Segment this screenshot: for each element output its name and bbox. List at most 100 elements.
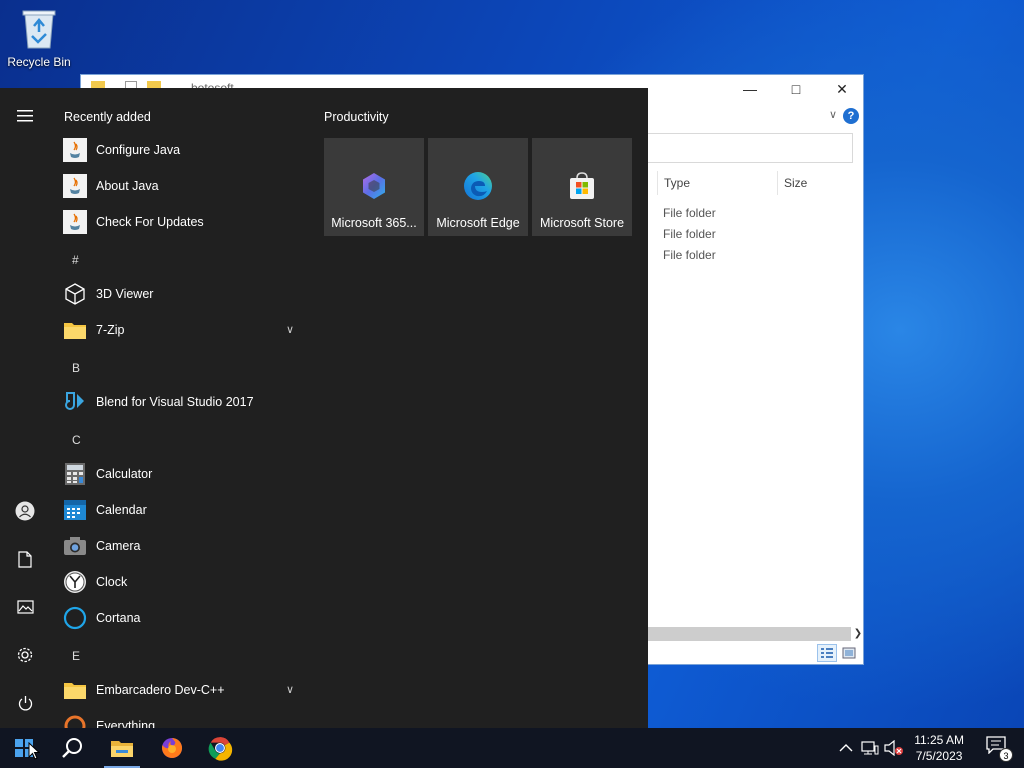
- ribbon-expand-chevron-icon[interactable]: ∨: [829, 108, 837, 121]
- pictures-icon: [16, 600, 34, 614]
- user-account-button[interactable]: [8, 494, 42, 528]
- app-item-7zip[interactable]: 7-Zip ∨: [62, 314, 306, 346]
- app-item-clock[interactable]: Clock: [62, 566, 306, 598]
- calculator-icon: [62, 461, 88, 487]
- scroll-right-arrow-icon[interactable]: ❯: [851, 627, 865, 641]
- camera-icon: [62, 533, 88, 559]
- app-name: Embarcadero Dev-C++: [96, 683, 225, 697]
- taskbar-firefox[interactable]: [148, 728, 196, 768]
- details-view-button[interactable]: [817, 644, 837, 662]
- app-item-check-for-updates[interactable]: Check For Updates: [62, 206, 306, 238]
- group-letter-b[interactable]: B: [72, 361, 80, 375]
- network-icon[interactable]: [860, 738, 880, 758]
- tile-microsoft-store[interactable]: Microsoft Store: [532, 138, 632, 236]
- horizontal-scrollbar-thumb[interactable]: [647, 627, 851, 641]
- app-item-embarcadero-devcpp[interactable]: Embarcadero Dev-C++ ∨: [62, 674, 306, 706]
- recycle-bin-desktop-icon[interactable]: Recycle Bin: [4, 6, 74, 69]
- everything-icon: [62, 713, 88, 728]
- app-item-blend[interactable]: Blend for Visual Studio 2017: [62, 386, 306, 418]
- chrome-icon: [208, 737, 233, 761]
- app-item-cortana[interactable]: Cortana: [62, 602, 306, 634]
- folder-icon: [62, 677, 88, 703]
- clock-icon: [62, 569, 88, 595]
- app-name: About Java: [96, 179, 159, 193]
- app-item-camera[interactable]: Camera: [62, 530, 306, 562]
- tile-microsoft-365[interactable]: Microsoft 365...: [324, 138, 424, 236]
- chevron-down-icon[interactable]: ∨: [286, 683, 294, 696]
- search-icon: [62, 738, 82, 758]
- recycle-bin-icon: [22, 10, 56, 49]
- notification-count-badge: 3: [999, 748, 1013, 762]
- power-button[interactable]: [8, 686, 42, 720]
- column-header-size[interactable]: Size: [777, 171, 857, 195]
- app-item-calendar[interactable]: Calendar: [62, 494, 306, 526]
- file-row-type[interactable]: File folder: [663, 227, 716, 241]
- store-icon: [570, 172, 594, 199]
- large-icons-view-icon: [842, 647, 856, 659]
- gear-icon: [17, 647, 33, 663]
- search-button[interactable]: [48, 728, 96, 768]
- tile-microsoft-edge[interactable]: Microsoft Edge: [428, 138, 528, 236]
- tile-label: Microsoft Edge: [436, 216, 520, 230]
- app-name: Check For Updates: [96, 215, 204, 229]
- settings-button[interactable]: [8, 638, 42, 672]
- app-name: Camera: [96, 539, 141, 553]
- clock-time: 11:25 AM: [914, 733, 964, 747]
- documents-button[interactable]: [8, 542, 42, 576]
- app-name: Blend for Visual Studio 2017: [96, 395, 254, 409]
- app-item-about-java[interactable]: About Java: [62, 170, 306, 202]
- app-name: Configure Java: [96, 143, 181, 157]
- app-name: Everything: [96, 719, 156, 728]
- file-row-type[interactable]: File folder: [663, 248, 716, 262]
- minimize-button[interactable]: —: [727, 75, 773, 103]
- java-icon: [62, 173, 88, 199]
- group-letter-e[interactable]: E: [72, 649, 80, 663]
- recently-added-heading: Recently added: [64, 110, 151, 124]
- details-view-icon: [821, 648, 833, 658]
- group-letter-c[interactable]: C: [72, 433, 81, 447]
- app-item-calculator[interactable]: Calculator: [62, 458, 306, 490]
- microsoft-365-icon: [363, 173, 385, 199]
- cube-icon: [62, 281, 88, 307]
- app-item-3d-viewer[interactable]: 3D Viewer: [62, 278, 306, 310]
- app-name: Cortana: [96, 611, 141, 625]
- taskbar-clock[interactable]: 11:25 AM 7/5/2023: [914, 732, 964, 764]
- java-icon: [62, 209, 88, 235]
- chevron-down-icon[interactable]: ∨: [286, 323, 294, 336]
- power-icon: [18, 695, 32, 710]
- action-center-button[interactable]: 3: [986, 736, 1013, 762]
- group-letter-hash[interactable]: #: [72, 253, 79, 267]
- app-item-everything[interactable]: Everything: [62, 710, 306, 728]
- app-name: Calculator: [96, 467, 153, 481]
- app-list[interactable]: Recently added Configure Java About Java…: [50, 88, 310, 728]
- calendar-icon: [62, 497, 88, 523]
- taskbar-chrome[interactable]: [196, 728, 244, 768]
- large-icons-view-button[interactable]: [839, 644, 859, 662]
- mouse-cursor-icon: [28, 742, 40, 760]
- column-header-type[interactable]: Type: [657, 171, 777, 195]
- cortana-icon: [62, 605, 88, 631]
- file-row-type[interactable]: File folder: [663, 206, 716, 220]
- pictures-button[interactable]: [8, 590, 42, 624]
- user-icon: [15, 501, 35, 521]
- taskbar: 11:25 AM 7/5/2023 3: [0, 728, 1024, 768]
- recycle-bin-label: Recycle Bin: [7, 55, 71, 69]
- volume-muted-icon[interactable]: [884, 738, 904, 758]
- app-item-configure-java[interactable]: Configure Java: [62, 134, 306, 166]
- tile-group-productivity-title[interactable]: Productivity: [324, 110, 389, 124]
- start-button[interactable]: [0, 728, 48, 768]
- edge-icon: [464, 172, 492, 200]
- taskbar-file-explorer[interactable]: [98, 728, 146, 768]
- show-hidden-icons-chevron-icon[interactable]: [836, 738, 856, 758]
- help-button[interactable]: ?: [843, 108, 859, 124]
- start-menu[interactable]: Recently added Configure Java About Java…: [0, 88, 648, 728]
- app-name: Clock: [96, 575, 128, 589]
- search-input[interactable]: [641, 133, 853, 163]
- app-name: 7-Zip: [96, 323, 125, 337]
- hamburger-menu-button[interactable]: [8, 99, 42, 133]
- app-name: Calendar: [96, 503, 147, 517]
- tile-label: Microsoft 365...: [331, 216, 417, 230]
- close-button[interactable]: ✕: [819, 75, 865, 103]
- maximize-button[interactable]: □: [773, 75, 819, 103]
- app-name: 3D Viewer: [96, 287, 154, 301]
